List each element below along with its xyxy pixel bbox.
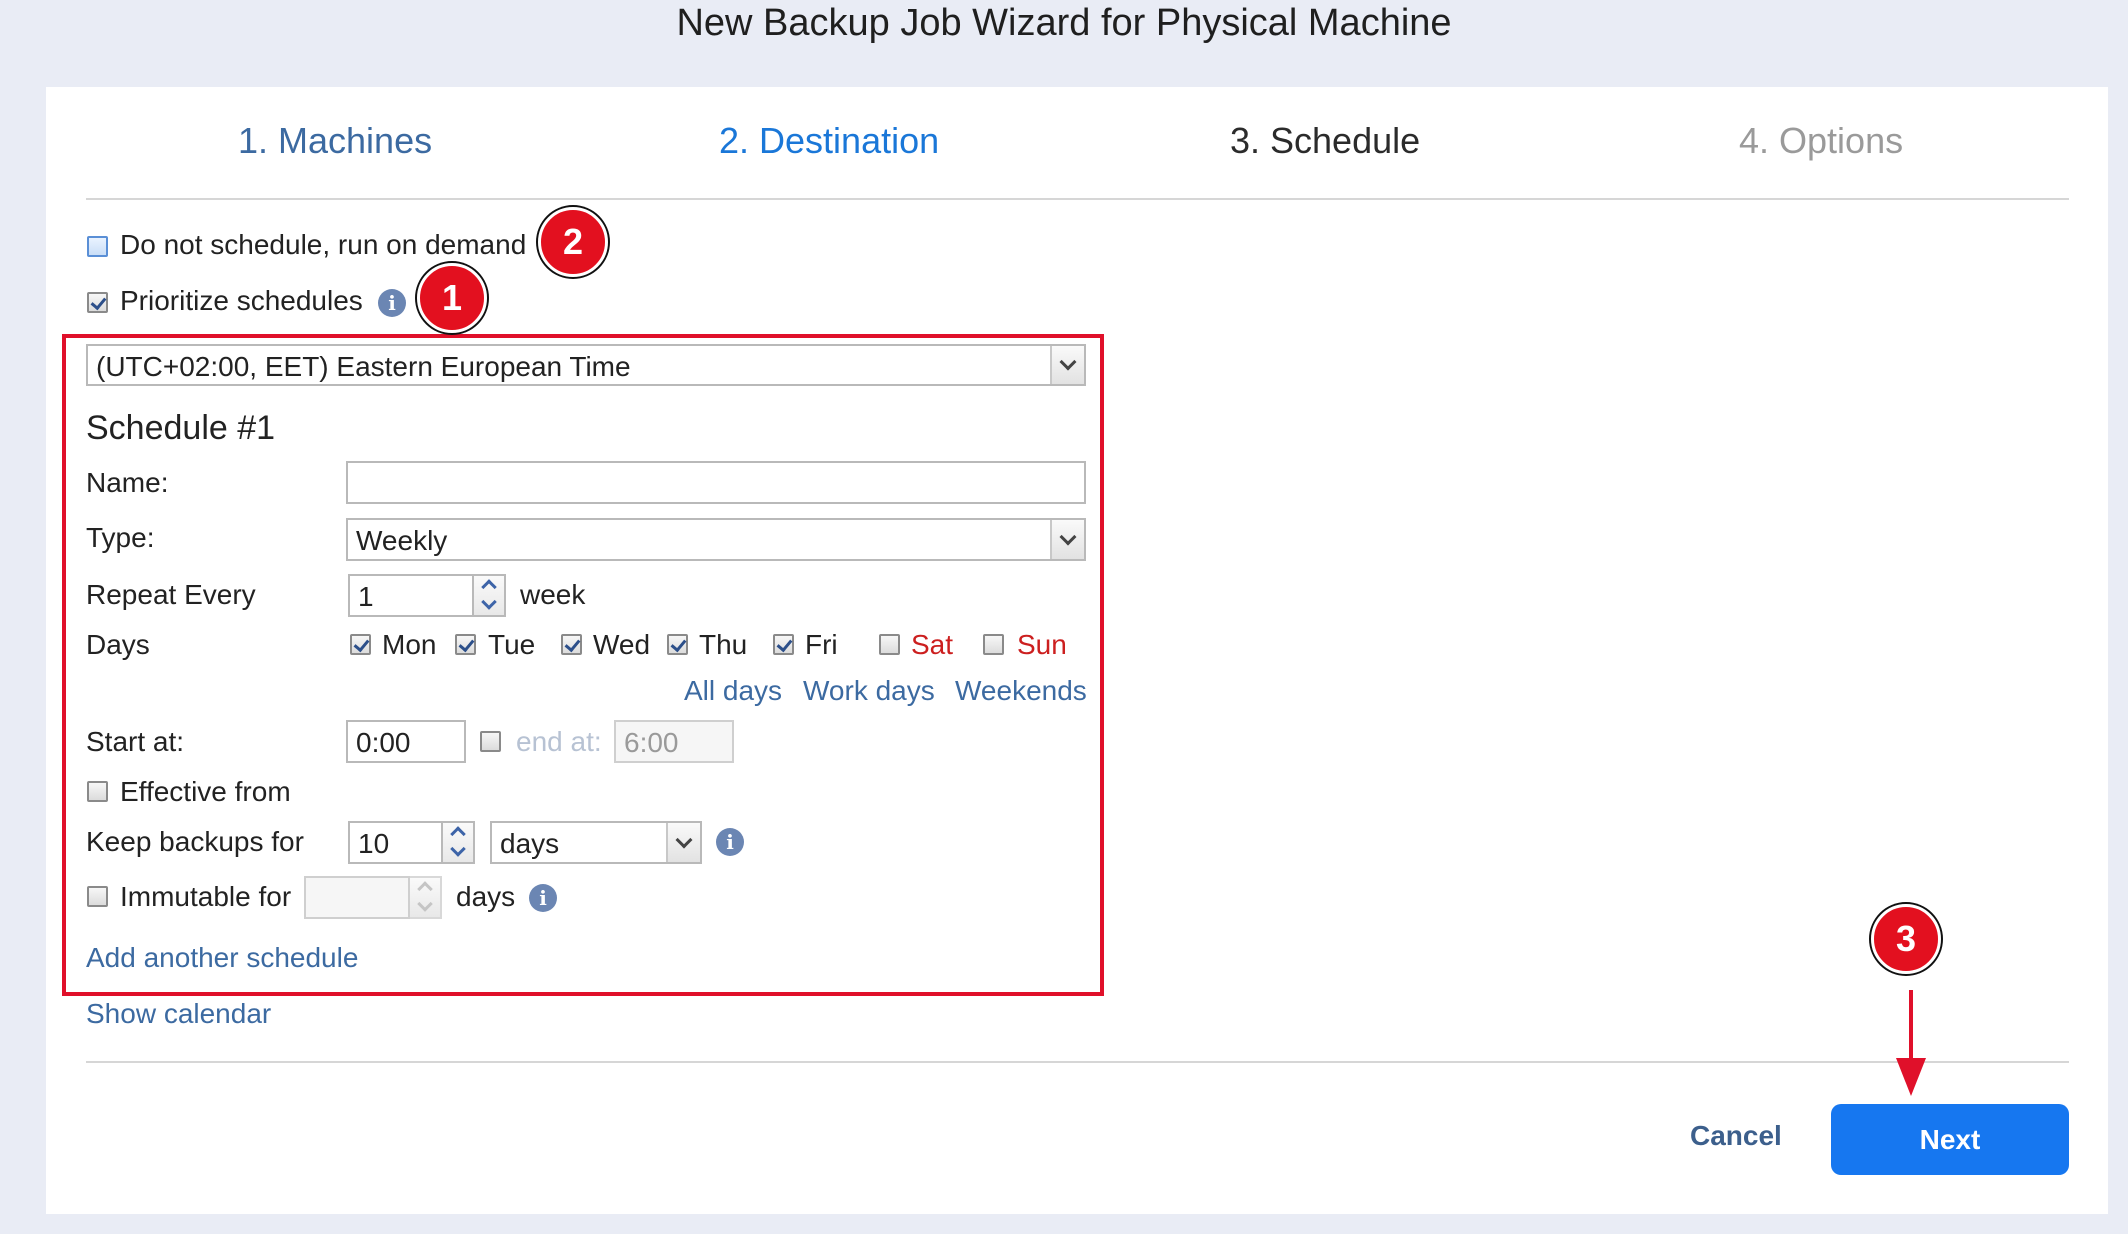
keep-backups-label: Keep backups for [86, 826, 304, 857]
prioritize-schedules-checkbox[interactable] [87, 292, 108, 313]
annotation-badge-3: 3 [1871, 904, 1941, 974]
show-calendar-link[interactable]: Show calendar [86, 998, 271, 1030]
repeat-every-label: Repeat Every [86, 579, 256, 610]
footer-divider [86, 1061, 2069, 1063]
keep-unit-dropdown-arrow-icon[interactable] [666, 823, 700, 862]
day-thu-label: Thu [699, 629, 748, 660]
day-tue-checkbox[interactable] [455, 634, 476, 655]
days-label: Days [86, 629, 150, 660]
schedule-type-value: Weekly [356, 525, 448, 556]
work-days-link[interactable]: Work days [803, 675, 935, 707]
annotation-badge-1: 1 [417, 263, 487, 333]
name-label: Name: [86, 467, 169, 498]
day-sun-label: Sun [1017, 629, 1067, 660]
do-not-schedule-label: Do not schedule, run on demand [120, 229, 527, 260]
immutable-info-icon[interactable]: i [529, 884, 557, 912]
day-fri-checkbox[interactable] [773, 634, 794, 655]
type-label: Type: [86, 522, 155, 553]
effective-from-label: Effective from [120, 776, 291, 807]
immutable-unit-label: days [456, 881, 516, 912]
immutable-stepper[interactable] [410, 876, 442, 919]
keep-backups-stepper[interactable] [443, 821, 475, 864]
all-days-link[interactable]: All days [684, 675, 782, 707]
window-title: New Backup Job Wizard for Physical Machi… [676, 2, 1452, 44]
repeat-every-input[interactable]: 1 [348, 574, 474, 617]
start-at-label: Start at: [86, 726, 185, 757]
day-wed-checkbox[interactable] [561, 634, 582, 655]
keep-backups-info-icon[interactable]: i [716, 828, 744, 856]
stepper-up-icon[interactable] [410, 878, 440, 898]
keep-unit-value: days [500, 828, 560, 859]
keep-backups-input[interactable]: 10 [348, 821, 443, 864]
stepper-up-icon[interactable] [474, 576, 504, 596]
end-at-checkbox[interactable] [480, 731, 501, 752]
end-at-input[interactable]: 6:00 [614, 720, 734, 763]
stepper-down-icon[interactable] [443, 843, 473, 863]
immutable-days-input[interactable] [304, 876, 410, 919]
schedule-name-input[interactable] [346, 461, 1086, 504]
day-sat-checkbox[interactable] [879, 634, 900, 655]
day-sat-label: Sat [911, 629, 954, 660]
repeat-unit-label: week [520, 579, 586, 610]
step-options[interactable]: 4. Options [1739, 120, 1903, 162]
stepper-down-icon[interactable] [474, 596, 504, 616]
prioritize-info-icon[interactable]: i [378, 289, 406, 317]
immutable-checkbox[interactable] [87, 886, 108, 907]
day-tue-label: Tue [488, 629, 536, 660]
prioritize-schedules-label: Prioritize schedules [120, 285, 363, 316]
day-wed-label: Wed [593, 629, 651, 660]
timezone-select[interactable]: (UTC+02:00, EET) Eastern European Time [86, 344, 1086, 386]
schedule-type-select[interactable]: Weekly [346, 518, 1086, 561]
weekends-link[interactable]: Weekends [955, 675, 1087, 707]
step-destination[interactable]: 2. Destination [719, 120, 939, 162]
step-machines[interactable]: 1. Machines [238, 120, 432, 162]
steps-divider [86, 198, 2069, 200]
end-at-label: end at: [516, 726, 602, 757]
day-sun-checkbox[interactable] [983, 634, 1004, 655]
repeat-every-stepper[interactable] [474, 574, 506, 617]
immutable-label: Immutable for [120, 881, 292, 912]
timezone-dropdown-arrow-icon[interactable] [1050, 346, 1084, 384]
cancel-button[interactable]: Cancel [1690, 1120, 1782, 1152]
stepper-down-icon[interactable] [410, 898, 440, 918]
next-button[interactable]: Next [1831, 1104, 2069, 1175]
annotation-arrow-head-icon [1896, 1058, 1926, 1096]
schedule-heading: Schedule #1 [86, 409, 276, 447]
annotation-arrow [1909, 990, 1913, 1060]
timezone-value: (UTC+02:00, EET) Eastern European Time [96, 351, 631, 382]
start-at-input[interactable]: 0:00 [346, 720, 466, 763]
effective-from-checkbox[interactable] [87, 781, 108, 802]
day-thu-checkbox[interactable] [667, 634, 688, 655]
stepper-up-icon[interactable] [443, 823, 473, 843]
add-another-schedule-link[interactable]: Add another schedule [86, 942, 358, 974]
day-mon-checkbox[interactable] [350, 634, 371, 655]
step-schedule[interactable]: 3. Schedule [1230, 120, 1420, 162]
day-mon-label: Mon [382, 629, 437, 660]
day-fri-label: Fri [805, 629, 838, 660]
do-not-schedule-checkbox[interactable] [87, 236, 108, 257]
annotation-badge-2: 2 [538, 207, 608, 277]
type-dropdown-arrow-icon[interactable] [1050, 520, 1084, 559]
